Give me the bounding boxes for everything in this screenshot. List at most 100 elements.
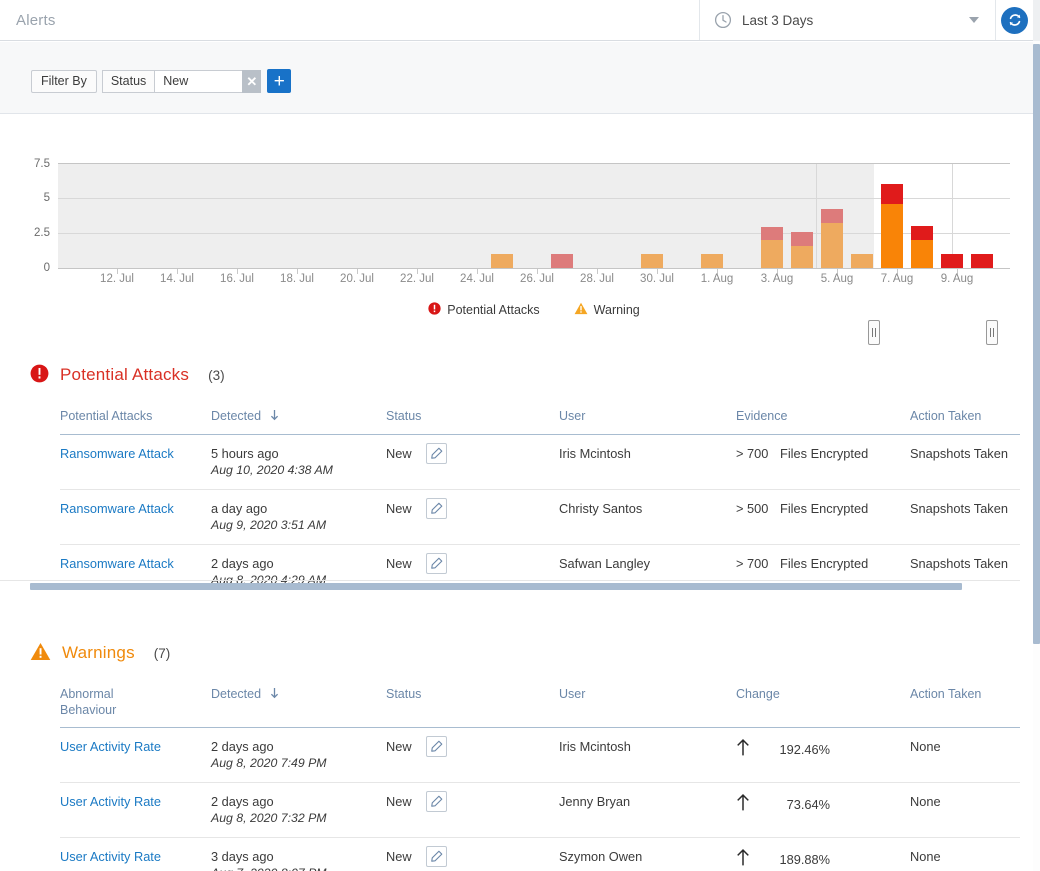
- chart-xtick-label: 5. Aug: [821, 274, 854, 286]
- refresh-button-wrap: [996, 0, 1033, 40]
- add-filter-button[interactable]: +: [267, 69, 291, 93]
- chart-bar-warning[interactable]: [791, 246, 813, 268]
- chart-legend: Potential Attacks Warning: [58, 302, 1010, 318]
- warnings-count: (7): [154, 646, 171, 661]
- pencil-icon[interactable]: [426, 846, 447, 867]
- chart-bar-potential-attack[interactable]: [911, 226, 933, 240]
- table-row[interactable]: Ransomware Attack 2 days ago Aug 8, 2020…: [60, 544, 1020, 599]
- chart-xtick-label: 14. Jul: [160, 274, 194, 286]
- page-title: Alerts: [0, 0, 700, 40]
- date-range-label: Last 3 Days: [742, 13, 959, 28]
- table-row[interactable]: User Activity Rate 2 days ago Aug 8, 202…: [60, 783, 1020, 838]
- cell-user: Szymon Owen: [559, 838, 736, 871]
- table-row[interactable]: Ransomware Attack a day ago Aug 9, 2020 …: [60, 489, 1020, 544]
- evidence-operator: > 700: [736, 556, 780, 571]
- col-potential-attacks[interactable]: Potential Attacks: [60, 409, 211, 434]
- refresh-button[interactable]: [1001, 7, 1028, 34]
- legend-label: Potential Attacks: [447, 303, 539, 317]
- cell-action-taken: Snapshots Taken: [910, 434, 1020, 489]
- legend-item-warning[interactable]: Warning: [574, 302, 640, 318]
- chart-bar-potential-attack[interactable]: [971, 254, 993, 268]
- chart-bar-potential-attack[interactable]: [941, 254, 963, 268]
- col-action-taken[interactable]: Action Taken: [910, 687, 1020, 728]
- chart-bar-potential-attack[interactable]: [821, 209, 843, 223]
- evidence-text: Files Encrypted: [780, 556, 868, 571]
- chart-bar-potential-attack[interactable]: [881, 184, 903, 204]
- chart-bar-potential-attack[interactable]: [551, 254, 573, 268]
- chart-ytick-label: 7.5: [34, 159, 50, 171]
- col-status[interactable]: Status: [386, 409, 559, 434]
- cell-action-taken: Snapshots Taken: [910, 489, 1020, 544]
- chart-xtick-label: 9. Aug: [941, 274, 974, 286]
- pencil-icon[interactable]: [426, 736, 447, 757]
- pencil-icon[interactable]: [426, 791, 447, 812]
- table-row[interactable]: Ransomware Attack 5 hours ago Aug 10, 20…: [60, 434, 1020, 489]
- cell-attack-name: Ransomware Attack: [60, 434, 211, 489]
- attack-name-link[interactable]: Ransomware Attack: [60, 446, 174, 461]
- attack-name-link[interactable]: Ransomware Attack: [60, 501, 174, 516]
- col-detected[interactable]: Detected: [211, 687, 386, 728]
- chart-bar-warning[interactable]: [701, 254, 723, 268]
- chart-bar-potential-attack[interactable]: [761, 227, 783, 240]
- legend-item-potential-attacks[interactable]: Potential Attacks: [428, 302, 539, 318]
- table-row[interactable]: User Activity Rate 3 days ago Aug 7, 202…: [60, 838, 1020, 871]
- date-range-selector[interactable]: Last 3 Days: [700, 0, 996, 40]
- cell-action-taken: None: [910, 838, 1020, 871]
- filter-chip-field-label[interactable]: Status: [102, 70, 154, 93]
- chart-bar-warning[interactable]: [491, 254, 513, 268]
- detected-absolute: Aug 10, 2020 4:38 AM: [211, 463, 386, 477]
- col-user[interactable]: User: [559, 687, 736, 728]
- detected-relative: a day ago: [211, 501, 386, 516]
- range-handle-right[interactable]: [986, 320, 998, 345]
- status-value: New: [386, 446, 412, 461]
- potential-attacks-table: Potential Attacks Detected Status User E…: [60, 409, 1020, 599]
- filter-by-button[interactable]: Filter By: [31, 70, 97, 93]
- pencil-icon[interactable]: [426, 498, 447, 519]
- chart-xtick-label: 26. Jul: [520, 274, 554, 286]
- chevron-down-icon[interactable]: [969, 17, 979, 23]
- filter-chip-remove-icon[interactable]: ✕: [242, 70, 261, 93]
- cell-attack-name: Ransomware Attack: [60, 544, 211, 599]
- col-status[interactable]: Status: [386, 687, 559, 728]
- col-user[interactable]: User: [559, 409, 736, 434]
- col-evidence[interactable]: Evidence: [736, 409, 910, 434]
- col-abnormal-behaviour[interactable]: Abnormal Behaviour: [60, 687, 211, 728]
- cell-user: Iris Mcintosh: [559, 728, 736, 783]
- chart-xtick-label: 12. Jul: [100, 274, 134, 286]
- potential-attacks-horizontal-scrollbar[interactable]: [30, 583, 962, 590]
- col-action-taken[interactable]: Action Taken: [910, 409, 1020, 434]
- cell-status: New: [386, 489, 559, 544]
- cell-action-taken: Snapshots Taken: [910, 544, 1020, 599]
- chart-bar-potential-attack[interactable]: [791, 232, 813, 246]
- behaviour-name-link[interactable]: User Activity Rate: [60, 794, 161, 809]
- detected-absolute: Aug 8, 2020 7:49 PM: [211, 756, 386, 770]
- chart-bar-warning[interactable]: [641, 254, 663, 268]
- cell-status: New: [386, 434, 559, 489]
- cell-user: Jenny Bryan: [559, 783, 736, 838]
- chart-bar-warning[interactable]: [851, 254, 873, 268]
- status-value: New: [386, 794, 412, 809]
- error-circle-icon: [30, 364, 49, 386]
- chart-bar-warning[interactable]: [911, 240, 933, 268]
- chart-ytick-label: 2.5: [34, 228, 50, 240]
- col-detected[interactable]: Detected: [211, 409, 386, 434]
- behaviour-name-link[interactable]: User Activity Rate: [60, 849, 161, 864]
- pencil-icon[interactable]: [426, 443, 447, 464]
- filter-group: Filter By Status New ✕ +: [31, 69, 291, 93]
- range-handle-left[interactable]: [868, 320, 880, 345]
- table-row[interactable]: User Activity Rate 2 days ago Aug 8, 202…: [60, 728, 1020, 783]
- filter-chip-value-input[interactable]: New: [154, 70, 242, 93]
- chart-bars: [58, 163, 1010, 268]
- behaviour-name-link[interactable]: User Activity Rate: [60, 739, 161, 754]
- col-change[interactable]: Change: [736, 687, 910, 728]
- page-vertical-scrollbar[interactable]: [1033, 44, 1040, 644]
- chart-bar-warning[interactable]: [881, 204, 903, 268]
- pencil-icon[interactable]: [426, 553, 447, 574]
- arrow-up-icon: [736, 794, 750, 814]
- chart-bar-warning[interactable]: [821, 223, 843, 268]
- chart-bar-warning[interactable]: [761, 240, 783, 268]
- table-header-row: Abnormal Behaviour Detected Status User …: [60, 687, 1020, 728]
- cell-status: New: [386, 728, 559, 783]
- attack-name-link[interactable]: Ransomware Attack: [60, 556, 174, 571]
- cell-detected: 2 days ago Aug 8, 2020 7:32 PM: [211, 783, 386, 838]
